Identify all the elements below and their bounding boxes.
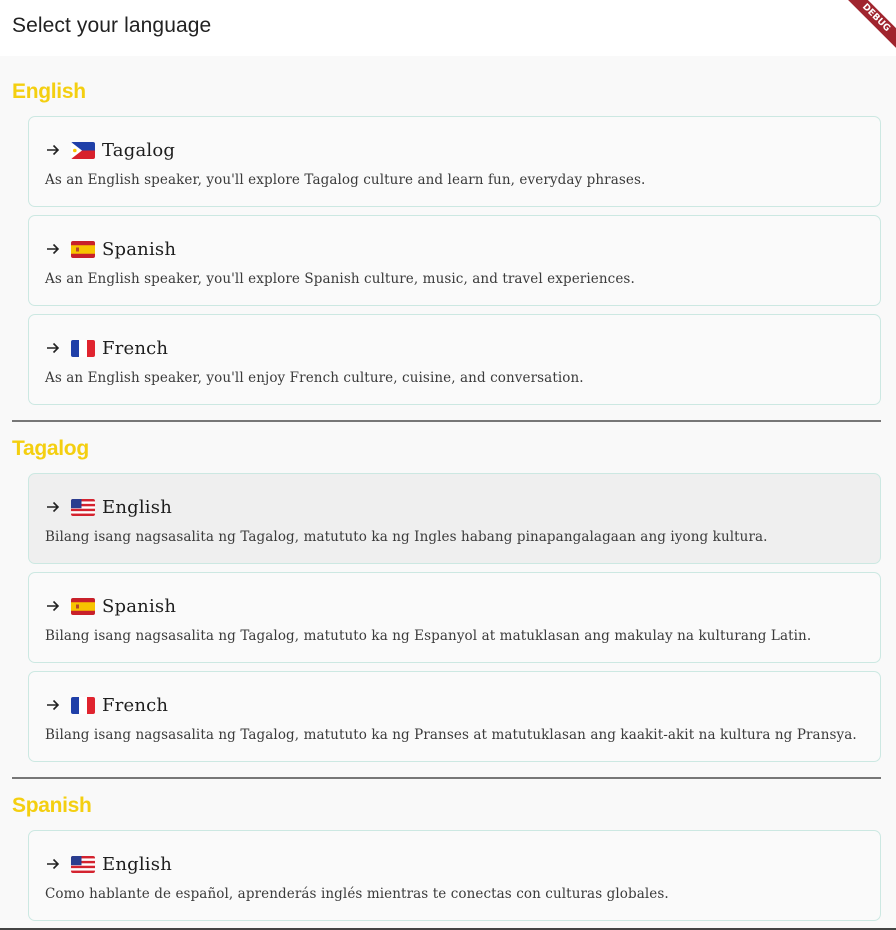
- card-description: Bilang isang nagsasalita ng Tagalog, mat…: [45, 727, 857, 743]
- arrow-right-icon: [47, 243, 60, 255]
- flag-france-icon: [71, 696, 95, 714]
- arrow-right-icon: [47, 699, 60, 711]
- flag-france-icon: [71, 339, 95, 357]
- language-card-spanish-english[interactable]: English Como hablante de español, aprend…: [28, 830, 881, 921]
- arrow-right-icon: [47, 501, 60, 513]
- card-description: Bilang isang nagsasalita ng Tagalog, mat…: [45, 628, 812, 644]
- card-language-label: French: [102, 337, 169, 359]
- section-title-spanish: Spanish: [12, 794, 92, 817]
- section-divider: [12, 777, 881, 779]
- section-title-english: English: [12, 80, 86, 103]
- language-card-tagalog-english[interactable]: English Bilang isang nagsasalita ng Taga…: [28, 473, 881, 564]
- arrow-right-icon: [47, 600, 60, 612]
- card-language-label: Tagalog: [102, 139, 176, 161]
- language-card-tagalog-french[interactable]: French Bilang isang nagsasalita ng Tagal…: [28, 671, 881, 762]
- page-title: Select your language: [12, 14, 212, 37]
- card-language-label: English: [102, 853, 172, 875]
- flag-usa-icon: [71, 498, 95, 516]
- language-card-tagalog-spanish[interactable]: Spanish Bilang isang nagsasalita ng Taga…: [28, 572, 881, 663]
- card-language-label: Spanish: [102, 595, 177, 617]
- card-description: Bilang isang nagsasalita ng Tagalog, mat…: [45, 529, 768, 545]
- app-bar: Select your language DEBUG: [0, 0, 896, 56]
- language-card-english-french[interactable]: French As an English speaker, you'll enj…: [28, 314, 881, 405]
- card-description: As an English speaker, you'll explore Sp…: [45, 271, 635, 287]
- arrow-right-icon: [47, 342, 60, 354]
- flag-spain-icon: [71, 240, 95, 258]
- flag-philippines-icon: [71, 141, 95, 159]
- card-language-label: French: [102, 694, 169, 716]
- card-language-label: Spanish: [102, 238, 177, 260]
- card-description: Como hablante de español, aprenderás ing…: [45, 886, 669, 902]
- card-language-label: English: [102, 496, 172, 518]
- card-description: As an English speaker, you'll enjoy Fren…: [45, 370, 584, 386]
- language-list[interactable]: English Tagalog As an English speaker, y…: [0, 56, 896, 930]
- flag-spain-icon: [71, 597, 95, 615]
- section-title-tagalog: Tagalog: [12, 437, 89, 460]
- flag-usa-icon: [71, 855, 95, 873]
- arrow-right-icon: [47, 858, 60, 870]
- debug-banner: DEBUG: [836, 0, 896, 60]
- language-card-english-tagalog[interactable]: Tagalog As an English speaker, you'll ex…: [28, 116, 881, 207]
- section-divider: [12, 420, 881, 422]
- card-description: As an English speaker, you'll explore Ta…: [45, 172, 646, 188]
- arrow-right-icon: [47, 144, 60, 156]
- language-card-english-spanish[interactable]: Spanish As an English speaker, you'll ex…: [28, 215, 881, 306]
- debug-banner-label: DEBUG: [842, 0, 896, 52]
